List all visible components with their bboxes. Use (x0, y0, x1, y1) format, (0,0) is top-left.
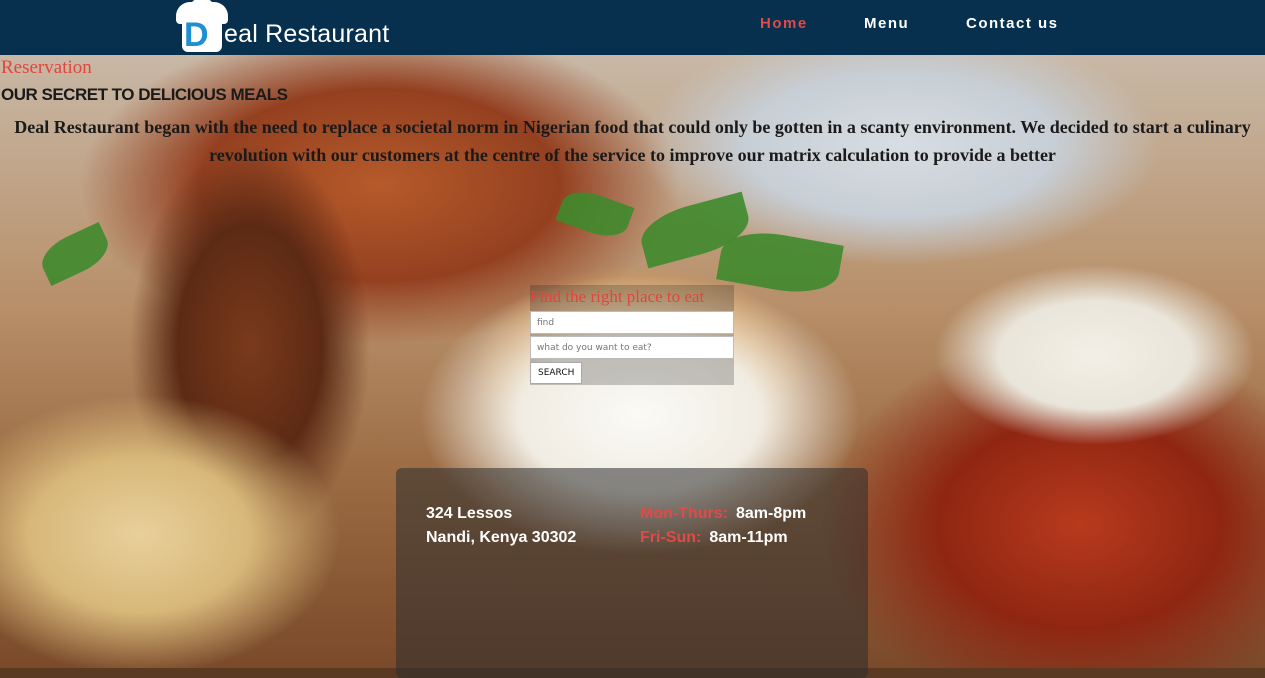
nav-menu[interactable]: Menu (864, 15, 909, 32)
tagline-heading: OUR SECRET TO DELICIOUS MEALS (1, 85, 288, 104)
search-button[interactable]: SEARCH (530, 362, 583, 384)
hours-days-weekend: Fri-Sun: (640, 529, 702, 546)
hours-time-weekend: 8am-11pm (709, 529, 788, 546)
top-navbar: D eal Restaurant Home Menu Contact us (0, 0, 1265, 55)
brand-logo[interactable]: D eal Restaurant (174, 0, 389, 55)
chef-hat-icon: D (174, 0, 230, 55)
herb-garnish-left (35, 221, 115, 287)
address-block: 324 Lessos Nandi, Kenya 30302 (426, 502, 576, 550)
food-search-input[interactable] (530, 336, 734, 359)
nav-home[interactable]: Home (760, 15, 808, 32)
search-form: Find the right place to eat SEARCH (530, 285, 734, 385)
location-hours-panel: 324 Lessos Nandi, Kenya 30302 Mon-Thurs:… (396, 468, 868, 678)
about-paragraph: Deal Restaurant began with the need to r… (14, 117, 1251, 165)
logo-letter: D (184, 16, 209, 54)
mint-garnish-center (555, 184, 635, 244)
address-line-2: Nandi, Kenya 30302 (426, 529, 577, 546)
hours-row: Fri-Sun: 8am-11pm (640, 526, 806, 550)
nav-contact-us[interactable]: Contact us (966, 15, 1059, 32)
reservation-link[interactable]: Reservation (1, 57, 92, 79)
opening-hours: Mon-Thurs: 8am-8pm Fri-Sun: 8am-11pm (640, 502, 806, 550)
location-search-input[interactable] (530, 311, 734, 334)
address-line-1: 324 Lessos (426, 505, 513, 522)
hours-time-weekday: 8am-8pm (735, 505, 807, 522)
hours-days-weekday: Mon-Thurs: (640, 505, 728, 522)
hours-row: Mon-Thurs: 8am-8pm (640, 502, 806, 526)
brand-name: eal Restaurant (224, 20, 390, 48)
search-title: Find the right place to eat (530, 287, 705, 306)
